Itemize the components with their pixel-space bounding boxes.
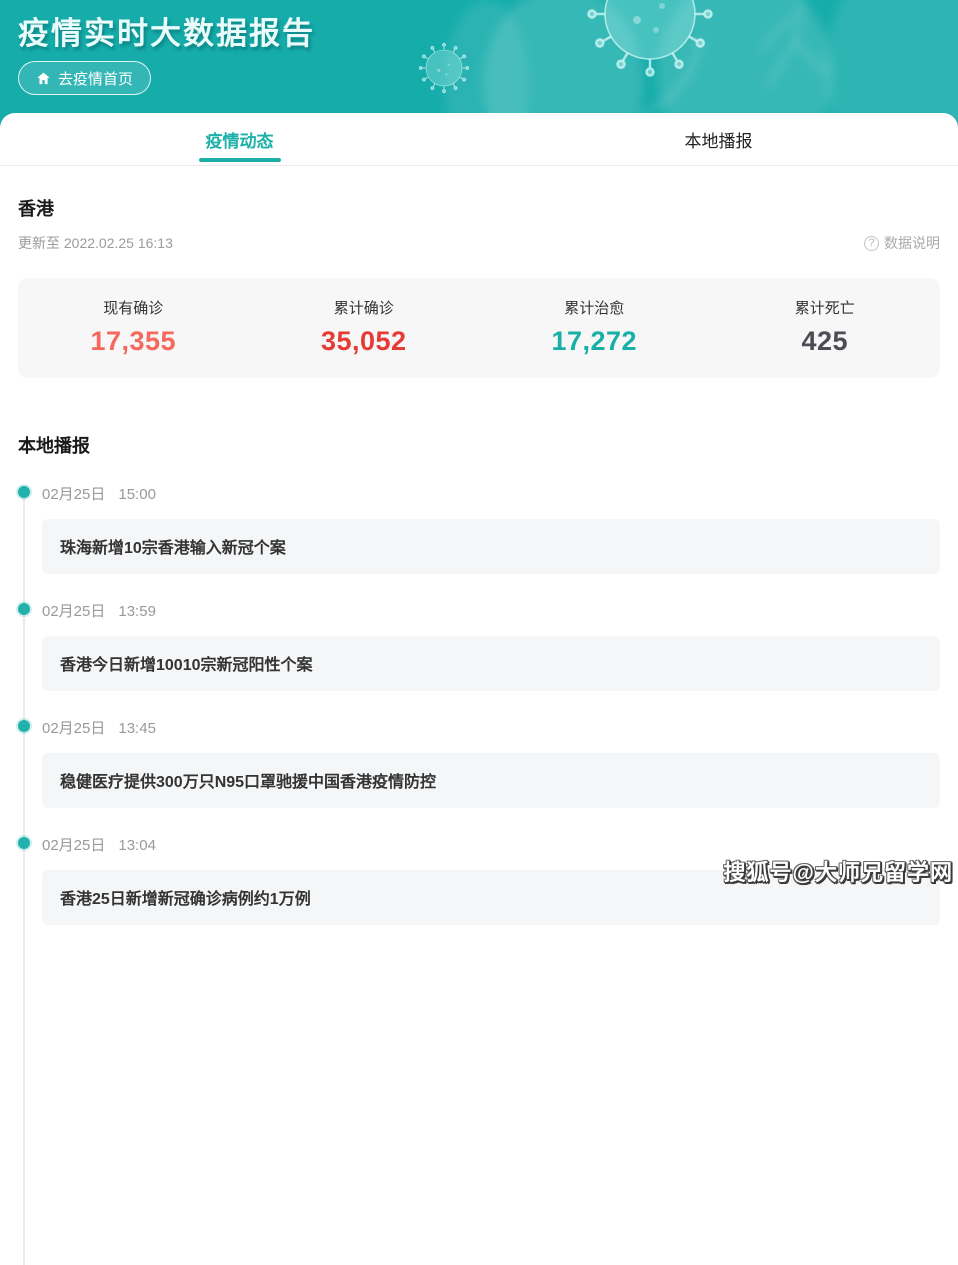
go-epidemic-home-label: 去疫情首页 [58, 68, 133, 89]
tab-local-broadcast-label: 本地播报 [685, 127, 753, 152]
news-item-date: 02月25日 [42, 486, 105, 503]
local-broadcast-heading: 本地播报 [18, 432, 940, 458]
news-item: 02月25日 13:59 香港今日新增10010宗新冠阳性个案 [18, 600, 940, 691]
news-item-card[interactable]: 香港今日新增10010宗新冠阳性个案 [42, 636, 940, 691]
tab-epidemic-trends[interactable]: 疫情动态 [0, 113, 479, 165]
news-item-time: 02月25日 15:00 [42, 483, 940, 504]
stat-label: 累计治愈 [479, 297, 710, 318]
tab-bar: 疫情动态 本地播报 [0, 113, 958, 166]
stat-value: 35,052 [249, 326, 480, 357]
news-item-clock: 13:59 [118, 603, 156, 620]
news-item: 02月25日 13:45 稳健医疗提供300万只N95口罩驰援中国香港疫情防控 [18, 717, 940, 808]
stat-label: 现有确诊 [18, 297, 249, 318]
news-item-card[interactable]: 珠海新增10宗香港输入新冠个案 [42, 519, 940, 574]
timeline-dot-icon [18, 837, 30, 849]
news-item-date: 02月25日 [42, 603, 105, 620]
stat-existing-confirmed: 现有确诊 17,355 [18, 297, 249, 357]
stat-value: 17,272 [479, 326, 710, 357]
timeline-dot-icon [18, 486, 30, 498]
update-timestamp: 更新至 2022.02.25 16:13 [18, 233, 173, 253]
news-item-date: 02月25日 [42, 720, 105, 737]
home-icon [36, 71, 51, 86]
content-panel: 疫情动态 本地播报 香港 更新至 2022.02.25 16:13 ? 数据说明… [0, 113, 958, 925]
stat-value: 17,355 [18, 326, 249, 357]
data-note-label: 数据说明 [884, 233, 940, 253]
news-item-time: 02月25日 13:04 [42, 834, 940, 855]
tab-epidemic-trends-label: 疫情动态 [206, 127, 274, 152]
sohu-watermark: 搜狐号@大师兄留学网 [724, 855, 953, 887]
stat-label: 累计确诊 [249, 297, 480, 318]
page-title: 疫情实时大数据报告 [18, 8, 315, 53]
news-item-clock: 13:04 [118, 837, 156, 854]
news-item-date: 02月25日 [42, 837, 105, 854]
stats-summary-card: 现有确诊 17,355 累计确诊 35,052 累计治愈 17,272 累计死亡… [18, 278, 940, 378]
stat-total-cured: 累计治愈 17,272 [479, 297, 710, 357]
news-item: 02月25日 15:00 珠海新增10宗香港输入新冠个案 [18, 483, 940, 574]
local-broadcast-section: 本地播报 02月25日 15:00 珠海新增10宗香港输入新冠个案 02月25日 1… [18, 432, 940, 925]
region-section: 香港 更新至 2022.02.25 16:13 ? 数据说明 [0, 166, 958, 253]
timeline-dot-icon [18, 720, 30, 732]
active-tab-underline [199, 158, 281, 162]
stat-total-confirmed: 累计确诊 35,052 [249, 297, 480, 357]
data-note-link[interactable]: ? 数据说明 [864, 233, 940, 253]
help-icon: ? [864, 236, 879, 251]
news-item-time: 02月25日 13:59 [42, 600, 940, 621]
go-epidemic-home-button[interactable]: 去疫情首页 [18, 61, 151, 95]
news-item-time: 02月25日 13:45 [42, 717, 940, 738]
news-item-clock: 13:45 [118, 720, 156, 737]
region-name: 香港 [18, 195, 940, 221]
stat-value: 425 [710, 326, 941, 357]
news-item-card[interactable]: 稳健医疗提供300万只N95口罩驰援中国香港疫情防控 [42, 753, 940, 808]
stat-label: 累计死亡 [710, 297, 941, 318]
stat-total-deaths: 累计死亡 425 [710, 297, 941, 357]
tab-local-broadcast[interactable]: 本地播报 [479, 113, 958, 165]
timeline-dot-icon [18, 603, 30, 615]
page-header: 疫情实时大数据报告 去疫情首页 [0, 0, 958, 128]
news-item-clock: 15:00 [118, 486, 156, 503]
